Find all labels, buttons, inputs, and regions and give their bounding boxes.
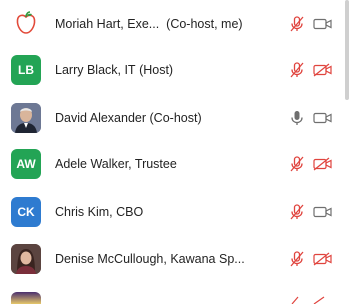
video-off-icon[interactable] [312,59,334,81]
participant-name: Larry Black, IT (Host) [55,63,174,77]
video-off-icon[interactable] [312,153,334,175]
microphone-muted-icon[interactable] [286,59,308,81]
avatar [11,292,41,304]
avatar [11,244,41,274]
participant-row[interactable]: David Alexander (Co-host) [0,95,345,141]
microphone-muted-icon[interactable] [286,248,308,270]
video-camera-icon[interactable] [312,107,334,129]
participant-row[interactable]: CK Chris Kim, CBO [0,189,345,235]
participant-row[interactable]: Moriah Hart, Exe... (Co-host, me) [0,1,345,47]
participant-name: Chris Kim, CBO [55,205,144,219]
microphone-muted-icon[interactable] [286,13,308,35]
avatar-initials: LB [18,63,34,77]
participant-row[interactable]: LB Larry Black, IT (Host) [0,47,345,93]
avatar-initials: AW [16,157,36,171]
avatar [11,103,41,133]
participant-row[interactable]: AW Adele Walker, Trustee [0,141,345,187]
avatar-initials: CK [17,205,35,219]
avatar: AW [11,149,41,179]
participants-panel: Moriah Hart, Exe... (Co-host, me) LB Lar… [0,0,349,304]
participant-name: David Alexander (Co-host) [55,111,202,125]
participant-name: Adele Walker, Trustee [55,157,177,171]
participant-name: Moriah Hart, Exe... (Co-host, me) [55,17,243,31]
apple-logo-icon [11,9,41,39]
video-camera-icon[interactable] [312,201,334,223]
microphone-muted-icon[interactable] [286,201,308,223]
scrollbar[interactable] [345,0,349,100]
partial-row-icons [291,296,325,304]
microphone-icon[interactable] [286,107,308,129]
participant-row[interactable]: Denise McCullough, Kawana Sp... [0,236,345,282]
video-camera-icon[interactable] [312,13,334,35]
microphone-muted-icon[interactable] [286,153,308,175]
avatar: CK [11,197,41,227]
participant-name: Denise McCullough, Kawana Sp... [55,252,245,266]
video-off-icon[interactable] [312,248,334,270]
avatar: LB [11,55,41,85]
